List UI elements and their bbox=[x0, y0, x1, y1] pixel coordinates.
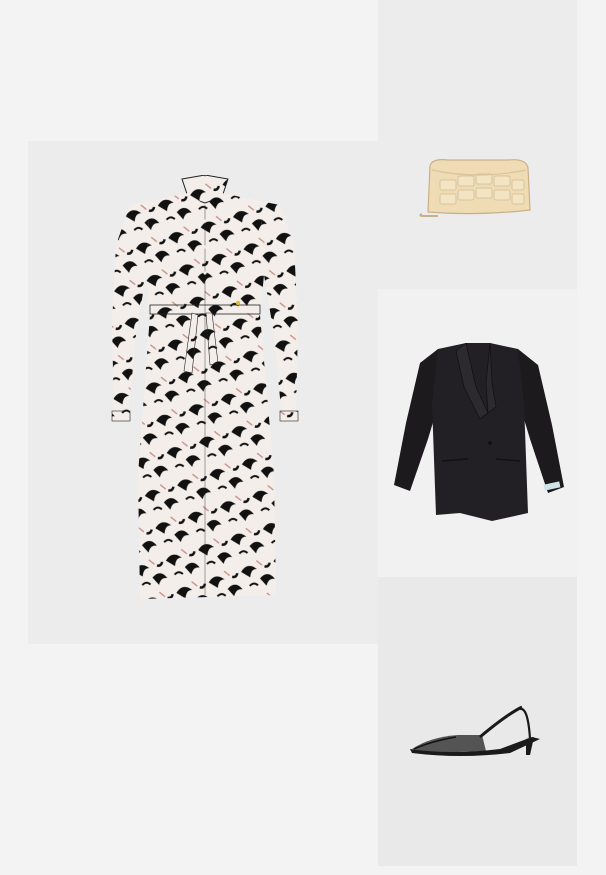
shirt-dress-icon bbox=[111, 175, 299, 599]
shoe-product-image[interactable] bbox=[410, 705, 544, 757]
bag-panel bbox=[378, 0, 577, 289]
dress-panel bbox=[28, 141, 378, 644]
blazer-product-image[interactable] bbox=[392, 343, 564, 523]
dress-product-image[interactable] bbox=[110, 175, 300, 611]
shoe-panel bbox=[378, 577, 577, 866]
bag-product-image[interactable] bbox=[418, 156, 538, 220]
slingback-shoe-icon bbox=[410, 705, 540, 756]
clutch-bag-icon bbox=[419, 159, 531, 217]
blazer-panel bbox=[378, 289, 577, 577]
blazer-icon bbox=[394, 343, 564, 521]
